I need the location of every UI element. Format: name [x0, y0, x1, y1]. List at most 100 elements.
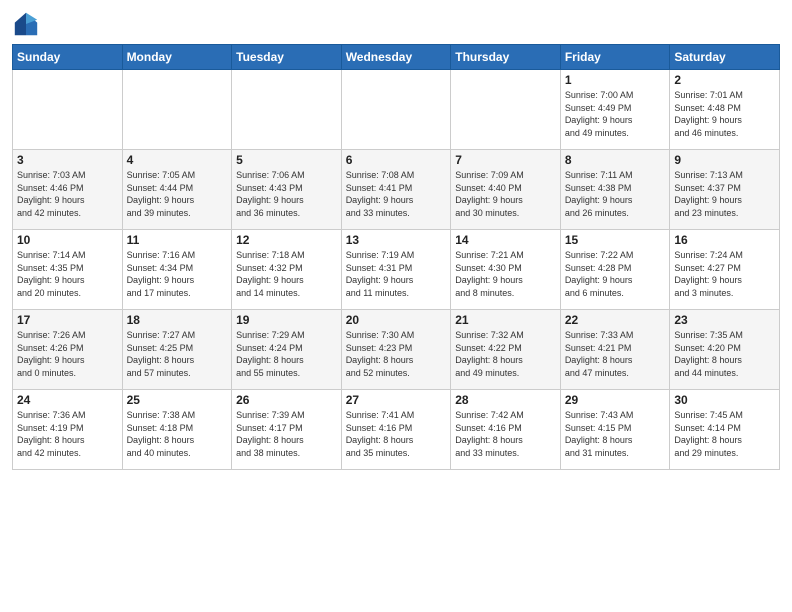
day-detail: Sunrise: 7:35 AM Sunset: 4:20 PM Dayligh…: [674, 329, 775, 379]
calendar-cell: 14 Sunrise: 7:21 AM Sunset: 4:30 PM Dayli…: [451, 230, 561, 310]
header: [12, 10, 780, 38]
logo-icon: [12, 10, 40, 38]
day-detail: Sunrise: 7:30 AM Sunset: 4:23 PM Dayligh…: [346, 329, 447, 379]
day-detail: Sunrise: 7:32 AM Sunset: 4:22 PM Dayligh…: [455, 329, 556, 379]
day-detail: Sunrise: 7:08 AM Sunset: 4:41 PM Dayligh…: [346, 169, 447, 219]
day-detail: Sunrise: 7:19 AM Sunset: 4:31 PM Dayligh…: [346, 249, 447, 299]
page-container: SundayMondayTuesdayWednesdayThursdayFrid…: [0, 0, 792, 478]
calendar-cell: 27 Sunrise: 7:41 AM Sunset: 4:16 PM Dayli…: [341, 390, 451, 470]
day-number: 27: [346, 393, 447, 407]
day-number: 1: [565, 73, 666, 87]
logo: [12, 10, 44, 38]
day-detail: Sunrise: 7:42 AM Sunset: 4:16 PM Dayligh…: [455, 409, 556, 459]
day-detail: Sunrise: 7:33 AM Sunset: 4:21 PM Dayligh…: [565, 329, 666, 379]
calendar-cell: 22Sunrise: 7:33 AM Sunset: 4:21 PM Dayli…: [560, 310, 670, 390]
calendar-cell: 15 Sunrise: 7:22 AM Sunset: 4:28 PM Dayli…: [560, 230, 670, 310]
day-detail: Sunrise: 7:16 AM Sunset: 4:34 PM Dayligh…: [127, 249, 228, 299]
calendar-cell: [341, 70, 451, 150]
day-number: 28: [455, 393, 556, 407]
calendar-cell: 24 Sunrise: 7:36 AM Sunset: 4:19 PM Dayli…: [13, 390, 123, 470]
day-number: 8: [565, 153, 666, 167]
calendar-cell: 6 Sunrise: 7:08 AM Sunset: 4:41 PM Daylig…: [341, 150, 451, 230]
calendar-table: SundayMondayTuesdayWednesdayThursdayFrid…: [12, 44, 780, 470]
calendar-cell: 7 Sunrise: 7:09 AM Sunset: 4:40 PM Daylig…: [451, 150, 561, 230]
day-number: 9: [674, 153, 775, 167]
calendar-cell: [232, 70, 342, 150]
calendar-week-5: 24 Sunrise: 7:36 AM Sunset: 4:19 PM Dayli…: [13, 390, 780, 470]
day-number: 4: [127, 153, 228, 167]
day-number: 25: [127, 393, 228, 407]
weekday-header-monday: Monday: [122, 45, 232, 70]
calendar-cell: 1 Sunrise: 7:00 AM Sunset: 4:49 PM Daylig…: [560, 70, 670, 150]
day-detail: Sunrise: 7:14 AM Sunset: 4:35 PM Dayligh…: [17, 249, 118, 299]
calendar-cell: 12Sunrise: 7:18 AM Sunset: 4:32 PM Dayli…: [232, 230, 342, 310]
calendar-cell: 26 Sunrise: 7:39 AM Sunset: 4:17 PM Dayli…: [232, 390, 342, 470]
day-number: 6: [346, 153, 447, 167]
day-number: 10: [17, 233, 118, 247]
calendar-cell: 4 Sunrise: 7:05 AM Sunset: 4:44 PM Daylig…: [122, 150, 232, 230]
calendar-cell: 11Sunrise: 7:16 AM Sunset: 4:34 PM Dayli…: [122, 230, 232, 310]
calendar-cell: 29Sunrise: 7:43 AM Sunset: 4:15 PM Dayli…: [560, 390, 670, 470]
day-detail: Sunrise: 7:21 AM Sunset: 4:30 PM Dayligh…: [455, 249, 556, 299]
calendar-week-1: 1 Sunrise: 7:00 AM Sunset: 4:49 PM Daylig…: [13, 70, 780, 150]
day-detail: Sunrise: 7:36 AM Sunset: 4:19 PM Dayligh…: [17, 409, 118, 459]
day-number: 5: [236, 153, 337, 167]
day-detail: Sunrise: 7:09 AM Sunset: 4:40 PM Dayligh…: [455, 169, 556, 219]
calendar-cell: 16 Sunrise: 7:24 AM Sunset: 4:27 PM Dayli…: [670, 230, 780, 310]
day-number: 7: [455, 153, 556, 167]
day-number: 15: [565, 233, 666, 247]
day-number: 24: [17, 393, 118, 407]
day-number: 17: [17, 313, 118, 327]
day-detail: Sunrise: 7:29 AM Sunset: 4:24 PM Dayligh…: [236, 329, 337, 379]
weekday-header-thursday: Thursday: [451, 45, 561, 70]
day-number: 21: [455, 313, 556, 327]
day-detail: Sunrise: 7:13 AM Sunset: 4:37 PM Dayligh…: [674, 169, 775, 219]
day-number: 14: [455, 233, 556, 247]
day-number: 18: [127, 313, 228, 327]
day-number: 30: [674, 393, 775, 407]
day-detail: Sunrise: 7:22 AM Sunset: 4:28 PM Dayligh…: [565, 249, 666, 299]
day-number: 13: [346, 233, 447, 247]
day-detail: Sunrise: 7:41 AM Sunset: 4:16 PM Dayligh…: [346, 409, 447, 459]
calendar-cell: [13, 70, 123, 150]
calendar-week-2: 3 Sunrise: 7:03 AM Sunset: 4:46 PM Daylig…: [13, 150, 780, 230]
calendar-cell: 13 Sunrise: 7:19 AM Sunset: 4:31 PM Dayli…: [341, 230, 451, 310]
calendar-cell: 2 Sunrise: 7:01 AM Sunset: 4:48 PM Daylig…: [670, 70, 780, 150]
calendar-cell: 20 Sunrise: 7:30 AM Sunset: 4:23 PM Dayli…: [341, 310, 451, 390]
weekday-header-friday: Friday: [560, 45, 670, 70]
weekday-header-sunday: Sunday: [13, 45, 123, 70]
day-detail: Sunrise: 7:24 AM Sunset: 4:27 PM Dayligh…: [674, 249, 775, 299]
day-number: 29: [565, 393, 666, 407]
calendar-cell: [122, 70, 232, 150]
calendar-cell: 5Sunrise: 7:06 AM Sunset: 4:43 PM Daylig…: [232, 150, 342, 230]
calendar-cell: 9 Sunrise: 7:13 AM Sunset: 4:37 PM Daylig…: [670, 150, 780, 230]
day-detail: Sunrise: 7:00 AM Sunset: 4:49 PM Dayligh…: [565, 89, 666, 139]
calendar-week-3: 10 Sunrise: 7:14 AM Sunset: 4:35 PM Dayli…: [13, 230, 780, 310]
day-number: 16: [674, 233, 775, 247]
calendar-cell: 21 Sunrise: 7:32 AM Sunset: 4:22 PM Dayli…: [451, 310, 561, 390]
calendar-cell: 10 Sunrise: 7:14 AM Sunset: 4:35 PM Dayli…: [13, 230, 123, 310]
day-detail: Sunrise: 7:03 AM Sunset: 4:46 PM Dayligh…: [17, 169, 118, 219]
calendar-cell: 17Sunrise: 7:26 AM Sunset: 4:26 PM Dayli…: [13, 310, 123, 390]
calendar-cell: 19Sunrise: 7:29 AM Sunset: 4:24 PM Dayli…: [232, 310, 342, 390]
calendar-week-4: 17Sunrise: 7:26 AM Sunset: 4:26 PM Dayli…: [13, 310, 780, 390]
day-detail: Sunrise: 7:01 AM Sunset: 4:48 PM Dayligh…: [674, 89, 775, 139]
day-detail: Sunrise: 7:38 AM Sunset: 4:18 PM Dayligh…: [127, 409, 228, 459]
day-detail: Sunrise: 7:11 AM Sunset: 4:38 PM Dayligh…: [565, 169, 666, 219]
day-number: 3: [17, 153, 118, 167]
calendar-cell: 25 Sunrise: 7:38 AM Sunset: 4:18 PM Dayli…: [122, 390, 232, 470]
weekday-header-wednesday: Wednesday: [341, 45, 451, 70]
calendar-cell: 30Sunrise: 7:45 AM Sunset: 4:14 PM Dayli…: [670, 390, 780, 470]
day-number: 12: [236, 233, 337, 247]
day-detail: Sunrise: 7:39 AM Sunset: 4:17 PM Dayligh…: [236, 409, 337, 459]
weekday-header-saturday: Saturday: [670, 45, 780, 70]
day-number: 26: [236, 393, 337, 407]
calendar-cell: 18 Sunrise: 7:27 AM Sunset: 4:25 PM Dayli…: [122, 310, 232, 390]
calendar-cell: [451, 70, 561, 150]
day-number: 23: [674, 313, 775, 327]
day-number: 20: [346, 313, 447, 327]
day-detail: Sunrise: 7:27 AM Sunset: 4:25 PM Dayligh…: [127, 329, 228, 379]
day-number: 2: [674, 73, 775, 87]
day-detail: Sunrise: 7:05 AM Sunset: 4:44 PM Dayligh…: [127, 169, 228, 219]
weekday-header-tuesday: Tuesday: [232, 45, 342, 70]
